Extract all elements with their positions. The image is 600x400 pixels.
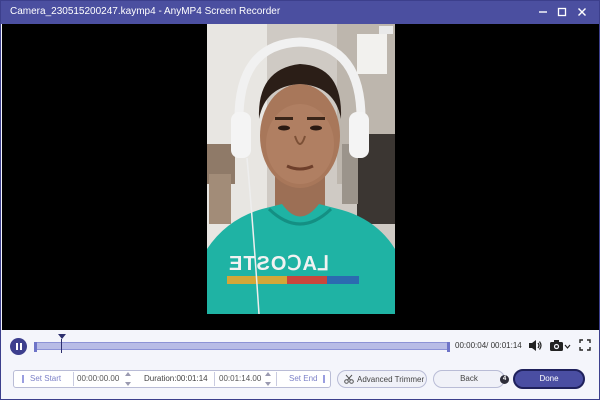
timeline-row: 00:00:04/ 00:01:14 — [1, 332, 599, 360]
trim-controls: Set Start 00:00:00.00 Duration:00:01:14 … — [13, 370, 331, 388]
duration-label: Duration:00:01:14 — [144, 374, 208, 383]
decrement-icon — [125, 382, 131, 386]
advanced-trimmer-button[interactable]: Advanced Trimmer — [337, 370, 427, 388]
title-bar: Camera_230515200247.kaymp4 - AnyMP4 Scre… — [1, 1, 599, 24]
video-frame: ƎTƧOↃA⅃ — [207, 24, 395, 314]
minimize-button[interactable] — [535, 4, 551, 20]
back-button[interactable]: Back — [433, 370, 505, 388]
set-start-icon — [22, 374, 24, 383]
done-button[interactable]: Done — [513, 369, 585, 389]
webcam-image: ƎTƧOↃA⅃ — [207, 24, 395, 314]
end-time-field[interactable]: 00:01:14.00 — [219, 371, 261, 387]
window-title: Camera_230515200247.kaymp4 - AnyMP4 Scre… — [10, 6, 281, 17]
camera-icon — [550, 340, 571, 351]
set-start-button[interactable]: Set Start — [22, 371, 61, 387]
close-button[interactable] — [574, 4, 590, 20]
fullscreen-button[interactable] — [579, 339, 591, 351]
decrement-icon — [265, 382, 271, 386]
video-preview[interactable]: ƎTƧOↃA⅃ — [2, 24, 599, 330]
trim-start-handle[interactable] — [34, 342, 37, 352]
maximize-button[interactable] — [554, 4, 570, 20]
volume-button[interactable] — [528, 339, 542, 352]
snapshot-button[interactable] — [549, 339, 571, 352]
start-time-stepper[interactable] — [125, 372, 132, 386]
speaker-icon — [529, 340, 542, 351]
trim-end-handle[interactable] — [447, 342, 450, 352]
step-badge: 4 — [500, 375, 509, 384]
progress-track[interactable] — [34, 342, 450, 352]
pause-button[interactable] — [10, 338, 27, 355]
increment-icon — [125, 372, 131, 376]
advanced-trimmer-label: Advanced Trimmer — [357, 375, 425, 384]
fullscreen-icon — [579, 339, 591, 351]
playhead-line — [61, 339, 62, 353]
increment-icon — [265, 372, 271, 376]
playhead[interactable] — [58, 334, 66, 339]
minimize-icon — [539, 11, 547, 13]
maximize-icon — [557, 7, 567, 17]
start-time-field[interactable]: 00:00:00.00 — [77, 371, 119, 387]
time-readout: 00:00:04/ 00:01:14 — [455, 341, 522, 350]
controls-bar: Set Start 00:00:00.00 Duration:00:01:14 … — [1, 364, 599, 394]
scissors-icon — [344, 374, 354, 384]
end-time-stepper[interactable] — [265, 372, 272, 386]
set-end-icon — [323, 374, 326, 383]
set-end-button[interactable]: Set End — [289, 371, 326, 387]
close-icon — [578, 8, 586, 16]
pause-icon — [15, 343, 18, 350]
recorder-window: Camera_230515200247.kaymp4 - AnyMP4 Scre… — [0, 0, 600, 400]
shirt-print: ƎTƧOↃA⅃ — [229, 253, 330, 275]
